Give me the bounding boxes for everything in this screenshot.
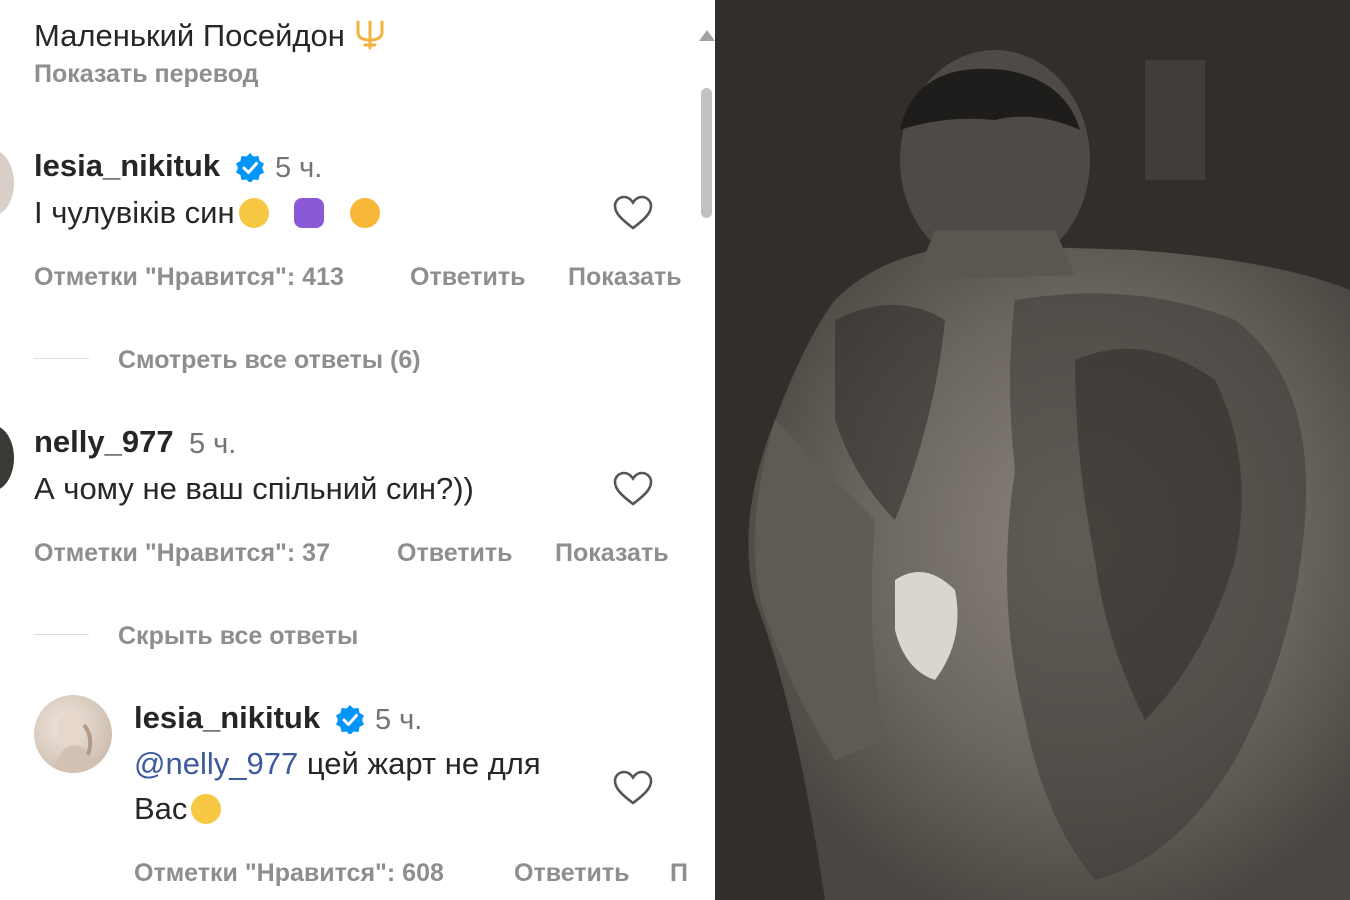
comment-username[interactable]: lesia_nikituk <box>34 148 220 184</box>
comment-text: І чулувіків син <box>34 195 383 231</box>
replies-divider <box>34 634 89 635</box>
comment-likes[interactable]: Отметки "Нравится": 37 <box>34 539 330 568</box>
show-translation-link[interactable]: Показать перевод <box>34 60 259 89</box>
post-photo <box>715 0 1350 900</box>
verified-badge-icon <box>236 153 264 182</box>
comment-time: 5 ч. <box>189 428 237 460</box>
like-heart-icon[interactable] <box>613 195 653 231</box>
trident-emoji-icon <box>353 18 387 58</box>
mention-link[interactable]: @nelly_977 <box>134 746 298 781</box>
avatar[interactable] <box>0 150 14 216</box>
avatar-photo-icon <box>54 713 96 773</box>
reply-button[interactable]: Ответить <box>397 539 513 568</box>
verified-badge-icon <box>336 705 364 734</box>
view-all-replies-button[interactable]: Смотреть все ответы (6) <box>118 346 421 375</box>
reply-body-end: Вас <box>134 791 188 826</box>
show-button[interactable]: Показать <box>568 263 682 292</box>
reply-text-line1: @nelly_977 цей жарт не для <box>134 746 541 782</box>
reply-body: цей жарт не для <box>298 746 541 781</box>
reply-text-line2: Вас <box>134 791 224 827</box>
show-button-truncated[interactable]: П <box>670 859 688 888</box>
scroll-up-arrow-icon[interactable] <box>699 30 715 41</box>
reply-username[interactable]: lesia_nikituk <box>134 700 320 736</box>
hide-all-replies-button[interactable]: Скрыть все ответы <box>118 622 358 651</box>
comment-likes[interactable]: Отметки "Нравится": 413 <box>34 263 344 292</box>
caption-text: Маленький Посейдон <box>34 18 387 58</box>
like-heart-icon[interactable] <box>613 471 653 507</box>
replies-divider <box>34 358 89 359</box>
tears-of-joy-emoji-icon <box>238 198 269 228</box>
caption-label: Маленький Посейдон <box>34 18 345 53</box>
scrollbar-thumb[interactable] <box>701 88 712 218</box>
tears-of-joy-emoji-icon <box>191 794 222 824</box>
comments-panel: Маленький Посейдон Показать перевод lesi… <box>0 0 715 900</box>
reply-button[interactable]: Ответить <box>514 859 630 888</box>
avatar[interactable] <box>34 695 112 773</box>
show-button[interactable]: Показать <box>555 539 669 568</box>
purple-heart-hands-emoji-icon <box>294 198 325 228</box>
kiss-wink-emoji-icon <box>349 198 380 228</box>
comment-time: 5 ч. <box>275 152 323 184</box>
like-heart-icon[interactable] <box>613 770 653 806</box>
comment-username[interactable]: nelly_977 <box>34 424 174 460</box>
reply-likes[interactable]: Отметки "Нравится": 608 <box>134 859 444 888</box>
avatar[interactable] <box>0 425 14 491</box>
reply-button[interactable]: Ответить <box>410 263 526 292</box>
tattooed-back-photo-icon <box>715 0 1350 900</box>
comment-body: І чулувіків син <box>34 195 235 230</box>
reply-time: 5 ч. <box>375 704 423 736</box>
comment-text: А чому не ваш спільний син?)) <box>34 471 474 506</box>
